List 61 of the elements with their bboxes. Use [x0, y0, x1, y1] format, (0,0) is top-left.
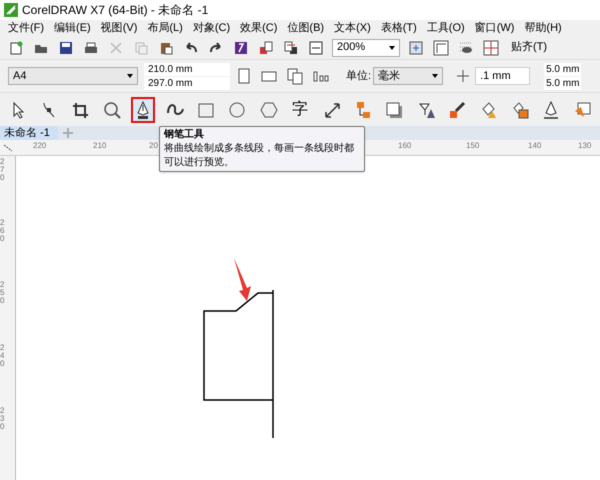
drop-shadow-icon	[385, 100, 404, 118]
ruler-label: 160	[398, 140, 412, 152]
ellipse-icon	[228, 100, 246, 118]
full-screen-icon[interactable]	[408, 40, 424, 56]
window-title: CorelDRAW X7 (64-Bit) - 未命名 -1	[22, 2, 208, 19]
height-field[interactable]: 297.0 mm	[144, 76, 230, 90]
window-icon	[573, 100, 592, 118]
tooltip-title: 钢笔工具	[164, 128, 205, 142]
save-icon[interactable]	[58, 40, 74, 56]
menu-item[interactable]: 位图(B)	[287, 20, 324, 36]
rulers-icon[interactable]	[433, 40, 449, 56]
tooltip-text: 将曲线绘制成多条线段，每画一条线段时都可以进行预览。	[164, 142, 355, 170]
menu-item[interactable]: 帮助(H)	[524, 20, 562, 36]
pen-outline-icon	[542, 100, 560, 118]
portrait-icon[interactable]	[236, 67, 252, 85]
menu-item[interactable]: 效果(C)	[240, 20, 278, 36]
document-tab[interactable]: 未命名 -1	[0, 126, 58, 140]
menu-item[interactable]: 工具(O)	[426, 20, 465, 36]
zoom-dropdown[interactable]: 200%	[332, 38, 400, 56]
arrow-icon	[233, 258, 253, 302]
app-logo-icon	[4, 3, 18, 17]
duplicate-y-field[interactable]: 5.0 mm	[544, 76, 582, 90]
ruler-label: 240	[0, 344, 6, 368]
wineglass-icon	[416, 100, 435, 118]
menu-item[interactable]: 文本(X)	[334, 20, 371, 36]
ruler-label: 250	[0, 281, 6, 305]
new-document-icon[interactable]	[8, 40, 24, 56]
printer-icon[interactable]	[83, 40, 99, 56]
menu-item[interactable]: 对象(C)	[192, 20, 230, 36]
crop-icon	[71, 100, 90, 118]
ruler-label: 210	[93, 140, 106, 152]
menu-item[interactable]: 编辑(E)	[54, 20, 91, 36]
menu-item[interactable]: 布局(L)	[147, 20, 183, 36]
nudge-field[interactable]: .1 mm	[475, 67, 530, 85]
units-label: 单位:	[346, 68, 372, 84]
menu-item[interactable]: 表格(T)	[380, 20, 417, 36]
snap-dropdown[interactable]: 贴齐(T)	[507, 39, 552, 56]
ruler-label: 20	[149, 140, 158, 152]
menu-item[interactable]: 窗口(W)	[474, 20, 514, 36]
ruler-label: 140	[528, 140, 542, 152]
dimension-icon	[322, 100, 341, 118]
duplicate-x-field[interactable]: 5.0 mm	[544, 62, 582, 76]
pages-icon[interactable]	[286, 67, 304, 85]
text-tool[interactable]: 字	[288, 96, 312, 122]
units-dropdown[interactable]: 毫米	[373, 67, 444, 85]
page-size-dropdown[interactable]: A4	[8, 67, 138, 85]
ruler-label: 150	[466, 140, 480, 152]
menu-item[interactable]: 视图(V)	[100, 20, 138, 36]
width-field[interactable]: 210.0 mm	[144, 62, 230, 76]
eyedropper-icon	[448, 100, 466, 118]
pen-tool[interactable]	[131, 96, 156, 122]
smart-fill-icon	[510, 100, 529, 118]
ruler-label: 220	[33, 140, 46, 152]
ruler-label: 130	[578, 140, 592, 152]
search-icon	[102, 100, 121, 118]
rectangle-icon	[197, 100, 216, 118]
ruler-label: 270	[0, 158, 6, 182]
ruler-label: 260	[0, 219, 6, 243]
ruler-label: 230	[0, 407, 6, 431]
menu-item[interactable]: 文件(F)	[8, 20, 44, 36]
hexagon-icon	[260, 100, 278, 118]
